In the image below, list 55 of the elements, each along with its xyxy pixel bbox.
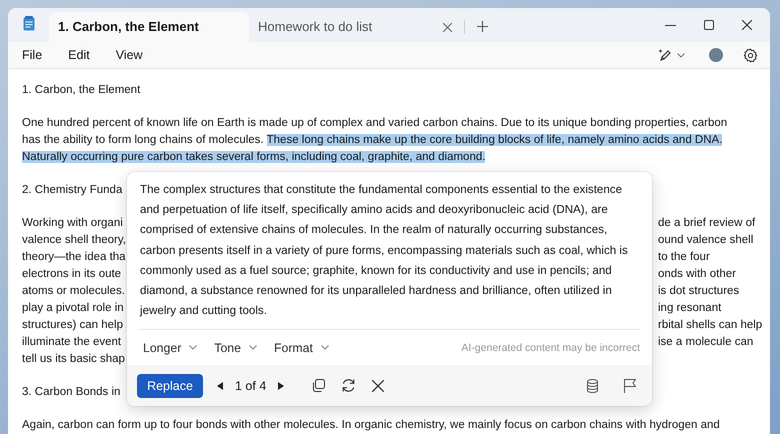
text-line: play a pivotal role in bbox=[22, 301, 124, 316]
text-line: is dot structures bbox=[658, 284, 740, 299]
text-line: onds with other bbox=[658, 267, 737, 282]
text-line: rbital shells can help bbox=[658, 318, 762, 333]
text-line: ing resonant bbox=[658, 301, 722, 316]
previous-icon[interactable] bbox=[217, 382, 223, 390]
chevron-down-icon bbox=[320, 345, 329, 350]
chevron-down-icon bbox=[248, 345, 257, 350]
maximize-icon[interactable] bbox=[704, 20, 714, 30]
minimize-icon[interactable] bbox=[665, 24, 676, 26]
text-line: Working with organi bbox=[22, 216, 123, 231]
menu-item[interactable]: Edit bbox=[68, 48, 90, 62]
text-line: valence shell theory, bbox=[22, 233, 126, 248]
dismiss-icon[interactable] bbox=[372, 380, 384, 392]
notepad-icon bbox=[23, 16, 35, 31]
text-line: electrons in its oute bbox=[22, 267, 122, 282]
text-line: has the ability to form long chains of molecules. These long chains make up the core building blocks of life, namely amino acids and DNA. bbox=[22, 133, 724, 148]
option-dropdown[interactable]: Longer bbox=[139, 336, 206, 358]
text-line: 2. Chemistry Funda bbox=[22, 183, 122, 198]
text-line: to the four bbox=[658, 250, 711, 265]
text-line: 3. Carbon Bonds in bbox=[22, 385, 120, 400]
replace-button[interactable]: Replace bbox=[137, 374, 203, 398]
sparkle-pen-icon[interactable] bbox=[658, 48, 672, 62]
database-icon[interactable] bbox=[587, 378, 598, 392]
rewritten-text: The complex structures that constitute the fundamental components essential to the existence and perpetuation of life itself, specifically amino acids and deoxyribonucleic acid (DNA), are comprised of extensive chains of molecules. In the realm of naturally occurring substances, carbon presents itself in a variety of pure forms, encompassing materials such as coal, which is commonly used as a fuel source; graphite, known for its conductivity and use in pencils; and diamond, a substance renowned for its unparalleled hardness and brilliance, often utilized in jewelry and cutting tools. bbox=[138, 182, 629, 320]
settings-icon[interactable] bbox=[743, 48, 758, 62]
option-dropdown[interactable]: Tone bbox=[210, 336, 266, 358]
next-icon[interactable] bbox=[278, 382, 284, 390]
chevron-down-icon bbox=[189, 345, 198, 350]
text-line: illuminate the event bbox=[22, 335, 122, 350]
copy-icon[interactable] bbox=[312, 379, 326, 392]
disclaimer-text: AI-generated content may be incorrect bbox=[461, 342, 640, 354]
text-line: One hundred percent of known life on Earth is made up of complex and varied carbon chains. Due to its unique bonding properties, carbon bbox=[22, 116, 728, 131]
text-line: Again, carbon can form up to four bonds with other molecules. In organic chemistry, we mainly focus on carbon chains with hydrogen and bbox=[22, 418, 721, 433]
text-line: de a brief review of bbox=[658, 216, 756, 231]
text-line: tell us its basic shap bbox=[22, 352, 125, 367]
close-icon[interactable] bbox=[742, 20, 752, 30]
text-line: structures) can help bbox=[22, 318, 123, 333]
menu-item[interactable]: File bbox=[22, 48, 42, 62]
option-dropdown[interactable]: Format bbox=[270, 336, 338, 358]
text-line: ound valence shell bbox=[658, 233, 754, 248]
tab[interactable]: 1. Carbon, the Element bbox=[49, 12, 249, 42]
flag-icon[interactable] bbox=[624, 378, 636, 392]
text-line: ise a molecule can bbox=[658, 335, 754, 350]
refresh-icon[interactable] bbox=[341, 378, 356, 393]
text-line: 1. Carbon, the Element bbox=[22, 83, 142, 98]
menu-item[interactable]: View bbox=[116, 48, 143, 62]
close-tab-icon[interactable] bbox=[443, 22, 452, 32]
page-indicator: 1 of 4 bbox=[235, 378, 266, 392]
text-line: atoms or molecules. bbox=[22, 284, 125, 299]
text-line: theory—the idea tha bbox=[22, 250, 126, 265]
chevron-down-icon[interactable] bbox=[677, 52, 685, 58]
avatar-icon[interactable] bbox=[709, 48, 723, 62]
new-tab-icon[interactable] bbox=[477, 21, 488, 32]
tab[interactable]: Homework to do list bbox=[249, 12, 382, 42]
